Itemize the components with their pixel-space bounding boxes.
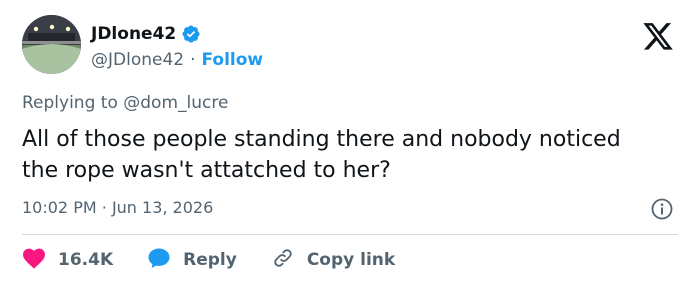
replying-to: Replying to @dom_lucre: [22, 93, 228, 113]
like-button[interactable]: 16.4K: [22, 247, 113, 274]
follow-button[interactable]: Follow: [202, 50, 264, 70]
heart-icon: [22, 247, 46, 274]
copy-link-button[interactable]: Copy link: [271, 247, 395, 274]
author-display-name[interactable]: JDlone42: [91, 24, 176, 44]
author-name-row: JDlone42: [91, 21, 201, 47]
action-bar: 16.4K Reply Copy link: [22, 247, 395, 273]
link-icon: [271, 247, 295, 274]
replying-to-prefix: Replying to: [22, 93, 118, 113]
info-icon[interactable]: [651, 198, 673, 220]
tweet-card: JDlone42 @JDlone42 · Follow Replying to …: [0, 0, 700, 287]
author-handle-row: @JDlone42 · Follow: [91, 48, 263, 72]
tweet-date: Jun 13, 2026: [111, 198, 214, 217]
copy-link-label: Copy link: [306, 250, 396, 270]
replying-to-mention[interactable]: @dom_lucre: [123, 93, 228, 113]
verified-badge-icon: [181, 24, 201, 44]
separator-dot: ·: [190, 50, 196, 70]
reply-label: Reply: [183, 250, 237, 270]
tweet-timestamp[interactable]: 10:02 PM · Jun 13, 2026: [22, 198, 213, 217]
tweet-time: 10:02 PM: [22, 198, 97, 217]
divider: [22, 234, 678, 235]
likes-count: 16.4K: [58, 250, 114, 270]
avatar[interactable]: [22, 15, 81, 74]
timestamp-separator: ·: [101, 198, 107, 217]
avatar-stadium-image: [22, 15, 81, 74]
reply-bubble-icon: [147, 247, 171, 274]
reply-button[interactable]: Reply: [147, 247, 237, 274]
x-logo-icon[interactable]: [640, 20, 676, 50]
author-handle[interactable]: @JDlone42: [91, 50, 184, 70]
tweet-text: All of those people standing there and n…: [22, 127, 621, 183]
